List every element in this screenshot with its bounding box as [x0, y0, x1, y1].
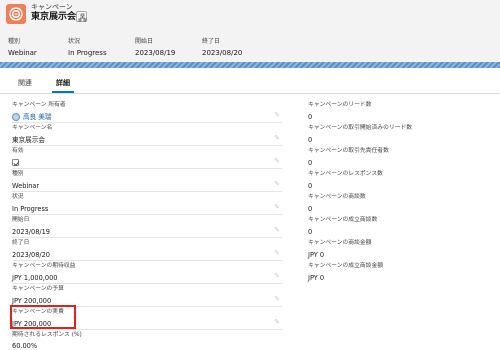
field-label: キャンペーンの商談数 — [308, 194, 366, 200]
field-label: キャンペーンのレスポンス数 — [308, 171, 383, 177]
tab-bar: 関連 詳細 — [0, 72, 500, 94]
field-value: 0 — [308, 228, 313, 236]
field-expected-revenue: キャンペーンの期待収益 JPY 1,000,000 ✎ — [12, 262, 282, 284]
field-value: JPY 1,000,000 — [12, 274, 58, 282]
field-expected-response: 期待されるレスポンス (%) 60.00% — [12, 331, 282, 350]
field-value: 2023/08/20 — [12, 251, 51, 259]
pencil-icon[interactable]: ✎ — [274, 295, 280, 303]
field-label: 有効 — [12, 148, 24, 154]
field-type: 種別 Webinar ✎ — [12, 170, 282, 192]
field-label: キャンペーンの取引先責任者数 — [308, 148, 389, 154]
field-start-date: 開始日 2023/08/19 ✎ — [12, 216, 282, 238]
field-label: 状況 — [12, 194, 24, 200]
field-value: 0 — [308, 159, 313, 167]
campaign-icon — [6, 4, 26, 24]
field-campaign-name: キャンペーン名 東京展示会 ✎ — [12, 124, 282, 146]
field-end-date: 終了日 2023/08/20 ✎ — [12, 239, 282, 261]
field-value: JPY 0 — [308, 251, 325, 259]
highlight-value: 2023/08/20 — [202, 49, 243, 57]
tab-related[interactable]: 関連 — [18, 78, 32, 88]
object-type-label: キャンペーン — [31, 3, 73, 11]
field-label: 種別 — [12, 171, 24, 177]
highlight-label: 状況 — [68, 38, 81, 45]
field-label: 終了日 — [12, 240, 30, 246]
highlight-end-date: 終了日 2023/08/20 — [202, 38, 272, 58]
field-value: 60.00% — [12, 342, 38, 350]
record-header: キャンペーン 東京展示会 種別 Webinar 状況 In Progress 開… — [0, 0, 500, 66]
pencil-icon[interactable]: ✎ — [274, 318, 280, 326]
field-label: キャンペーンのリード数 — [308, 102, 372, 108]
field-responses: キャンペーンのレスポンス数 0 — [308, 170, 478, 192]
field-status: 状況 In Progress ✎ — [12, 193, 282, 215]
pencil-icon[interactable]: ✎ — [274, 180, 280, 188]
field-leads: キャンペーンのリード数 0 — [308, 101, 478, 123]
field-value: In Progress — [12, 205, 49, 213]
tab-details[interactable]: 詳細 — [56, 78, 70, 88]
user-avatar-icon — [12, 113, 20, 121]
field-label: キャンペーンの期待収益 — [12, 263, 76, 269]
field-value: 東京展示会 — [12, 136, 45, 144]
field-label: キャンペーンの予算 — [12, 286, 64, 292]
field-value: 0 — [308, 136, 313, 144]
highlight-value: 2023/08/19 — [135, 49, 176, 57]
field-label: キャンペーン 所有者 — [12, 102, 66, 108]
field-opportunity-amount: キャンペーンの商談金額 JPY 0 — [308, 239, 478, 261]
field-value: 0 — [308, 113, 313, 121]
owner-name[interactable]: 高良 美瑞 — [23, 113, 51, 121]
field-value: 0 — [308, 182, 313, 190]
field-label: キャンペーンの成立商談数 — [308, 217, 378, 223]
hierarchy-button[interactable] — [76, 11, 87, 22]
field-value: 0 — [308, 205, 313, 213]
field-opportunities: キャンペーンの商談数 0 — [308, 193, 478, 215]
field-campaign-owner: キャンペーン 所有者 高良 美瑞 ✎ — [12, 101, 282, 123]
pencil-icon[interactable]: ✎ — [274, 203, 280, 211]
highlight-start-date: 開始日 2023/08/19 — [135, 38, 205, 58]
hierarchy-icon — [78, 13, 87, 22]
highlight-status: 状況 In Progress — [68, 38, 138, 58]
field-label: キャンペーンの成立商談金額 — [308, 263, 384, 269]
field-won-amount: キャンペーンの成立商談金額 JPY 0 — [308, 262, 478, 284]
active-tab-indicator — [52, 91, 74, 93]
field-value: JPY 0 — [308, 274, 325, 282]
header-divider — [0, 62, 500, 68]
field-label: 期待されるレスポンス (%) — [12, 332, 82, 338]
record-title: 東京展示会 — [31, 12, 77, 22]
field-won-opportunities: キャンペーンの成立商談数 0 — [308, 216, 478, 238]
field-label: 開始日 — [12, 217, 30, 223]
pencil-icon[interactable]: ✎ — [274, 157, 280, 165]
field-converted-leads: キャンペーンの取引開始済みのリード数 0 — [308, 124, 478, 146]
field-label: キャンペーンの商談金額 — [308, 240, 372, 246]
field-label: キャンペーンの取引開始済みのリード数 — [308, 125, 413, 131]
field-value — [12, 158, 282, 168]
highlight-label: 開始日 — [135, 38, 154, 45]
checkbox-checked-icon — [12, 159, 20, 167]
pencil-icon[interactable]: ✎ — [274, 272, 280, 280]
field-budget: キャンペーンの予算 JPY 200,000 ✎ — [12, 285, 282, 307]
field-label: キャンペーン名 — [12, 125, 53, 131]
field-contacts: キャンペーンの取引先責任者数 0 — [308, 147, 478, 169]
pencil-icon[interactable]: ✎ — [274, 134, 280, 142]
pencil-icon[interactable]: ✎ — [274, 249, 280, 257]
pencil-icon[interactable]: ✎ — [274, 226, 280, 234]
field-value: 2023/08/19 — [12, 228, 51, 236]
field-value-owner-link[interactable]: 高良 美瑞 — [12, 112, 282, 122]
field-active: 有効 ✎ — [12, 147, 282, 169]
highlight-label: 終了日 — [202, 38, 221, 45]
pencil-icon[interactable]: ✎ — [274, 111, 280, 119]
highlight-box — [10, 305, 76, 329]
field-value: Webinar — [12, 182, 40, 190]
highlight-value: In Progress — [68, 49, 107, 57]
